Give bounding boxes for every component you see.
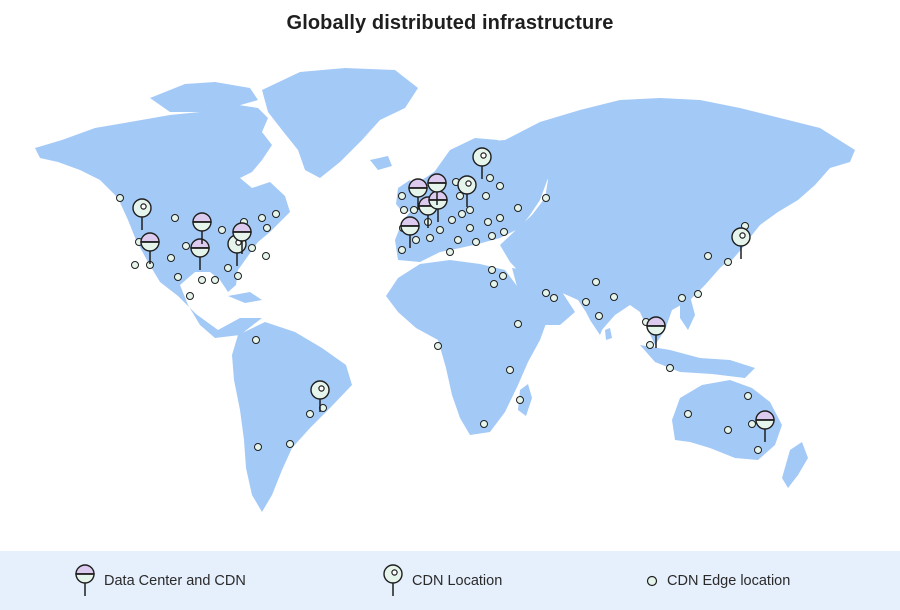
- edge-location-dot: [748, 420, 756, 428]
- edge-location-dot: [410, 206, 418, 214]
- edge-location-dot: [744, 392, 752, 400]
- caribbean-landmass: [228, 292, 262, 303]
- edge-location-dot: [694, 290, 702, 298]
- indonesia-landmass: [640, 345, 755, 378]
- new-zealand-landmass: [782, 442, 808, 488]
- edge-location-dot: [263, 224, 271, 232]
- edge-location-dot: [514, 204, 522, 212]
- edge-location-dot: [398, 192, 406, 200]
- edge-location-dot: [550, 294, 558, 302]
- edge-location-dot: [198, 276, 206, 284]
- edge-location-dot: [499, 272, 507, 280]
- page-title: Globally distributed infrastructure: [286, 12, 614, 34]
- edge-location-dot: [610, 293, 618, 301]
- edge-location-dot: [211, 276, 219, 284]
- edge-location-dot: [684, 410, 692, 418]
- data-center-pin-icon: [75, 563, 95, 596]
- edge-location-dot: [224, 264, 232, 272]
- legend-label: CDN Location: [412, 572, 503, 589]
- edge-location-dot: [458, 210, 466, 218]
- edge-location-dot: [482, 192, 490, 200]
- edge-location-dot: [678, 294, 686, 302]
- edge-location-dot: [252, 336, 260, 344]
- legend-item-edge-location: CDN Edge location: [645, 551, 790, 610]
- legend-label: CDN Edge location: [667, 572, 791, 589]
- edge-location-dot: [248, 244, 256, 252]
- edge-location-dot: [218, 226, 226, 234]
- edge-location-dot: [514, 320, 522, 328]
- edge-location-dot: [182, 242, 190, 250]
- edge-location-dot: [448, 216, 456, 224]
- greenland-landmass: [262, 68, 418, 178]
- edge-location-dot: [724, 258, 732, 266]
- edge-location-dot: [646, 341, 654, 349]
- edge-location-dot: [542, 194, 550, 202]
- edge-location-dot: [472, 238, 480, 246]
- edge-location-dot: [595, 312, 603, 320]
- edge-location-dot: [116, 194, 124, 202]
- edge-location-dot: [131, 261, 139, 269]
- edge-location-dot: [488, 266, 496, 274]
- edge-location-dot: [446, 248, 454, 256]
- world-map-svg: [35, 68, 855, 512]
- edge-location-dot: [486, 174, 494, 182]
- edge-location-dot: [666, 364, 674, 372]
- edge-location-dot: [234, 272, 242, 280]
- edge-location-dot: [704, 252, 712, 260]
- edge-location-dot: [262, 252, 270, 260]
- edge-location-dot: [754, 446, 762, 454]
- edge-location-dot: [592, 278, 600, 286]
- edge-location-dot: [496, 214, 504, 222]
- edge-location-dot: [398, 246, 406, 254]
- edge-location-dot: [506, 366, 514, 374]
- edge-location-dot: [542, 289, 550, 297]
- edge-location-dot: [500, 228, 508, 236]
- world-map: [0, 50, 900, 550]
- edge-location-dot: [186, 292, 194, 300]
- edge-location-dot: [496, 182, 504, 190]
- edge-location-dot: [516, 396, 524, 404]
- edge-location-dot: [400, 206, 408, 214]
- edge-location-dot: [484, 218, 492, 226]
- edge-location-dot: [171, 214, 179, 222]
- north-america-landmass: [35, 104, 290, 338]
- edge-location-dot: [466, 206, 474, 214]
- sri-lanka-landmass: [605, 328, 612, 340]
- edge-location-dot: [258, 214, 266, 222]
- south-america-landmass: [232, 322, 352, 512]
- edge-location-dot: [426, 234, 434, 242]
- cdn-pin-icon: [383, 563, 403, 596]
- edge-location-dot: [434, 342, 442, 350]
- edge-location-dot: [436, 226, 444, 234]
- edge-location-dot: [490, 280, 498, 288]
- edge-dot-icon: [646, 575, 658, 586]
- edge-location-dot: [582, 298, 590, 306]
- edge-location-dot: [272, 210, 280, 218]
- map-legend: Data Center and CDN CDN Location CDN Edg…: [0, 551, 900, 610]
- edge-location-dot: [286, 440, 294, 448]
- edge-location-dot: [454, 236, 462, 244]
- edge-location-dot: [466, 224, 474, 232]
- edge-location-dot: [306, 410, 314, 418]
- edge-location-dot: [174, 273, 182, 281]
- legend-label: Data Center and CDN: [104, 572, 246, 589]
- edge-location-dot: [488, 232, 496, 240]
- edge-location-dot: [254, 443, 262, 451]
- edge-location-dot: [724, 426, 732, 434]
- edge-location-dot: [167, 254, 175, 262]
- legend-item-data-center: Data Center and CDN: [74, 551, 246, 610]
- legend-item-cdn-location: CDN Location: [382, 551, 502, 610]
- land-masses: [35, 68, 855, 512]
- edge-location-dot: [412, 236, 420, 244]
- edge-location-dot: [480, 420, 488, 428]
- iceland-landmass: [370, 156, 392, 170]
